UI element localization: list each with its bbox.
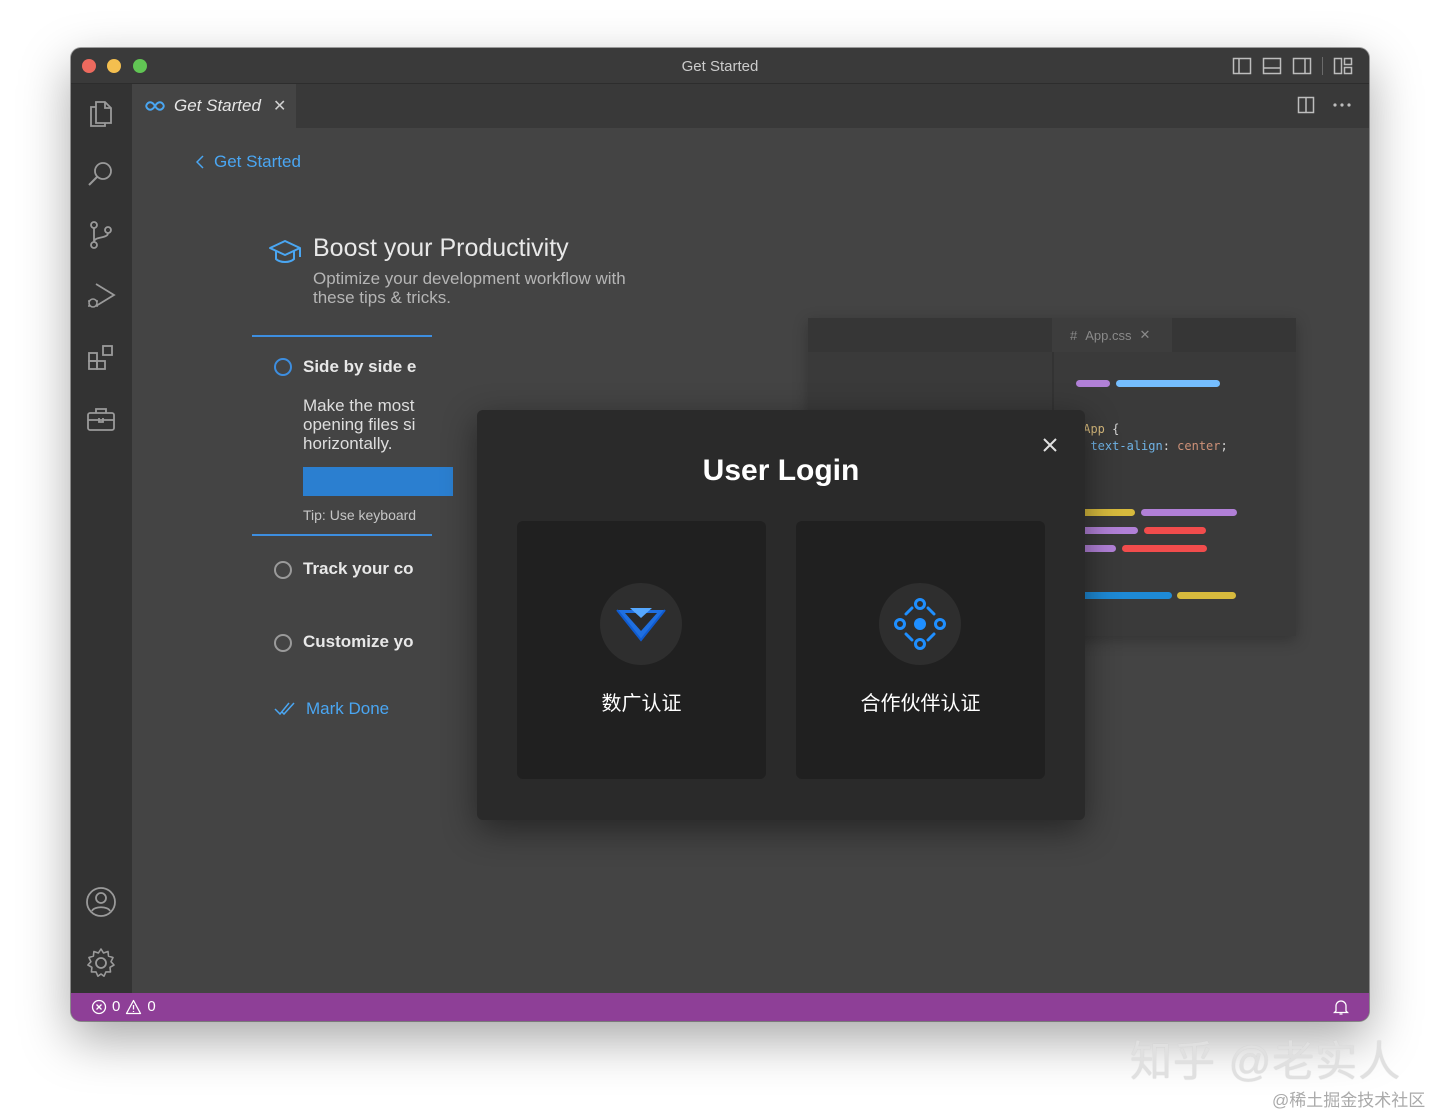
search-icon[interactable] (85, 158, 117, 190)
app-window: Get Started Get Started ✕ Get Started Bo… (71, 48, 1369, 1021)
more-actions-icon[interactable] (1333, 102, 1351, 108)
subtitle-line: Optimize your development workflow with (313, 269, 626, 288)
step-tip: Tip: Use keyboard (303, 507, 417, 523)
editor-area: Get Started Boost your Productivity Opti… (132, 128, 1369, 993)
css-value: center (1177, 439, 1221, 453)
code-line-placeholder (1144, 527, 1206, 534)
split-editor-icon[interactable] (1297, 96, 1315, 114)
code-text: { (1104, 422, 1120, 436)
toggle-sidebar-icon[interactable] (1232, 57, 1252, 75)
code-text: ; (1220, 439, 1228, 453)
explorer-icon[interactable] (85, 98, 117, 130)
problems-indicator[interactable]: 0 0 (91, 998, 156, 1015)
subtitle-line: these tips & tricks. (313, 288, 451, 307)
step-radio[interactable] (274, 358, 292, 376)
run-debug-icon[interactable] (85, 280, 117, 312)
warning-icon (126, 999, 142, 1014)
step-description-line: horizontally. (303, 434, 393, 453)
code-line-placeholder (1122, 545, 1207, 552)
shield-chevron-icon (616, 608, 666, 642)
double-check-icon (274, 702, 295, 716)
back-link-label: Get Started (214, 152, 301, 171)
error-icon (91, 999, 107, 1014)
page-subtitle: Optimize your development workflow with … (313, 269, 673, 307)
settings-gear-icon[interactable] (85, 947, 117, 979)
divider (1322, 57, 1323, 75)
source-control-icon[interactable] (85, 219, 117, 251)
toggle-secondary-sidebar-icon[interactable] (1292, 57, 1312, 75)
watermark-secondary: @稀土掘金技术社区 (1272, 1091, 1426, 1110)
icon-badge (600, 583, 682, 665)
login-option-shuguang[interactable]: 数广认证 (517, 521, 766, 779)
preview-tab-bar: # App.css ✕ (808, 318, 1296, 352)
preview-tab-label: App.css (1085, 327, 1132, 343)
step-radio[interactable] (274, 561, 292, 579)
mark-done-button[interactable]: Mark Done (274, 699, 389, 719)
login-option-partner[interactable]: 合作伙伴认证 (796, 521, 1045, 779)
login-option-label: 数广认证 (601, 693, 682, 715)
user-login-modal: User Login 数广认证 合作伙伴认证 (477, 410, 1085, 820)
layout-controls (1232, 57, 1353, 75)
warning-count: 0 (147, 998, 156, 1015)
partner-network-icon (894, 598, 946, 650)
code-line-placeholder (1076, 592, 1172, 599)
tab-label: Get Started (174, 96, 261, 115)
editor-actions (1297, 96, 1351, 114)
icon-badge (879, 583, 961, 665)
close-icon[interactable] (1041, 436, 1059, 454)
step-action-button[interactable] (303, 467, 453, 496)
window-title: Get Started (681, 58, 759, 75)
step-item-active[interactable]: Side by side e Make the most opening fil… (252, 335, 453, 536)
mark-done-label: Mark Done (306, 699, 390, 718)
modal-title: User Login (702, 454, 860, 487)
editor-tab-bar: Get Started ✕ (132, 84, 1369, 128)
tab-close-icon[interactable]: ✕ (273, 96, 286, 116)
title-bar: Get Started (71, 48, 1369, 84)
chevron-left-icon (196, 155, 204, 169)
code-snippet: .App { text-align: center; } (1076, 421, 1228, 472)
notifications-bell-icon[interactable] (1333, 998, 1349, 1016)
step-description-line: Make the most (303, 396, 415, 415)
step-title: Track your co (303, 559, 414, 578)
step-description-line: opening files si (303, 415, 416, 434)
preview-tab-close-icon: ✕ (1139, 327, 1151, 342)
code-line-placeholder (1177, 592, 1236, 599)
toggle-panel-icon[interactable] (1262, 57, 1282, 75)
back-to-get-started-link[interactable]: Get Started (196, 152, 301, 172)
vscode-logo-icon (145, 101, 165, 111)
status-bar: 0 0 (71, 993, 1369, 1021)
preview-tab: # App.css ✕ (1052, 318, 1172, 352)
code-line-placeholder (1076, 380, 1110, 387)
graduation-cap-icon (269, 240, 301, 263)
css-property: text-align (1090, 439, 1163, 453)
step-title: Customize yo (303, 632, 414, 651)
login-option-label: 合作伙伴认证 (860, 693, 981, 715)
hash-icon: # (1070, 327, 1078, 343)
code-line-placeholder (1076, 527, 1138, 534)
extensions-icon[interactable] (85, 342, 117, 374)
code-text: : (1162, 439, 1178, 453)
customize-layout-icon[interactable] (1333, 57, 1353, 75)
account-icon[interactable] (85, 886, 117, 918)
toolbox-icon[interactable] (85, 403, 117, 435)
code-line-placeholder (1141, 509, 1237, 516)
tab-get-started[interactable]: Get Started ✕ (132, 84, 296, 128)
step-description: Make the most opening files si horizonta… (303, 396, 415, 453)
watermark: 知乎 @老实人 (1130, 1038, 1402, 1085)
step-title: Side by side e (303, 357, 417, 376)
activity-bar (71, 84, 132, 993)
page-title: Boost your Productivity (313, 234, 569, 262)
error-count: 0 (112, 998, 121, 1015)
step-radio[interactable] (274, 634, 292, 652)
code-line-placeholder (1116, 380, 1220, 387)
